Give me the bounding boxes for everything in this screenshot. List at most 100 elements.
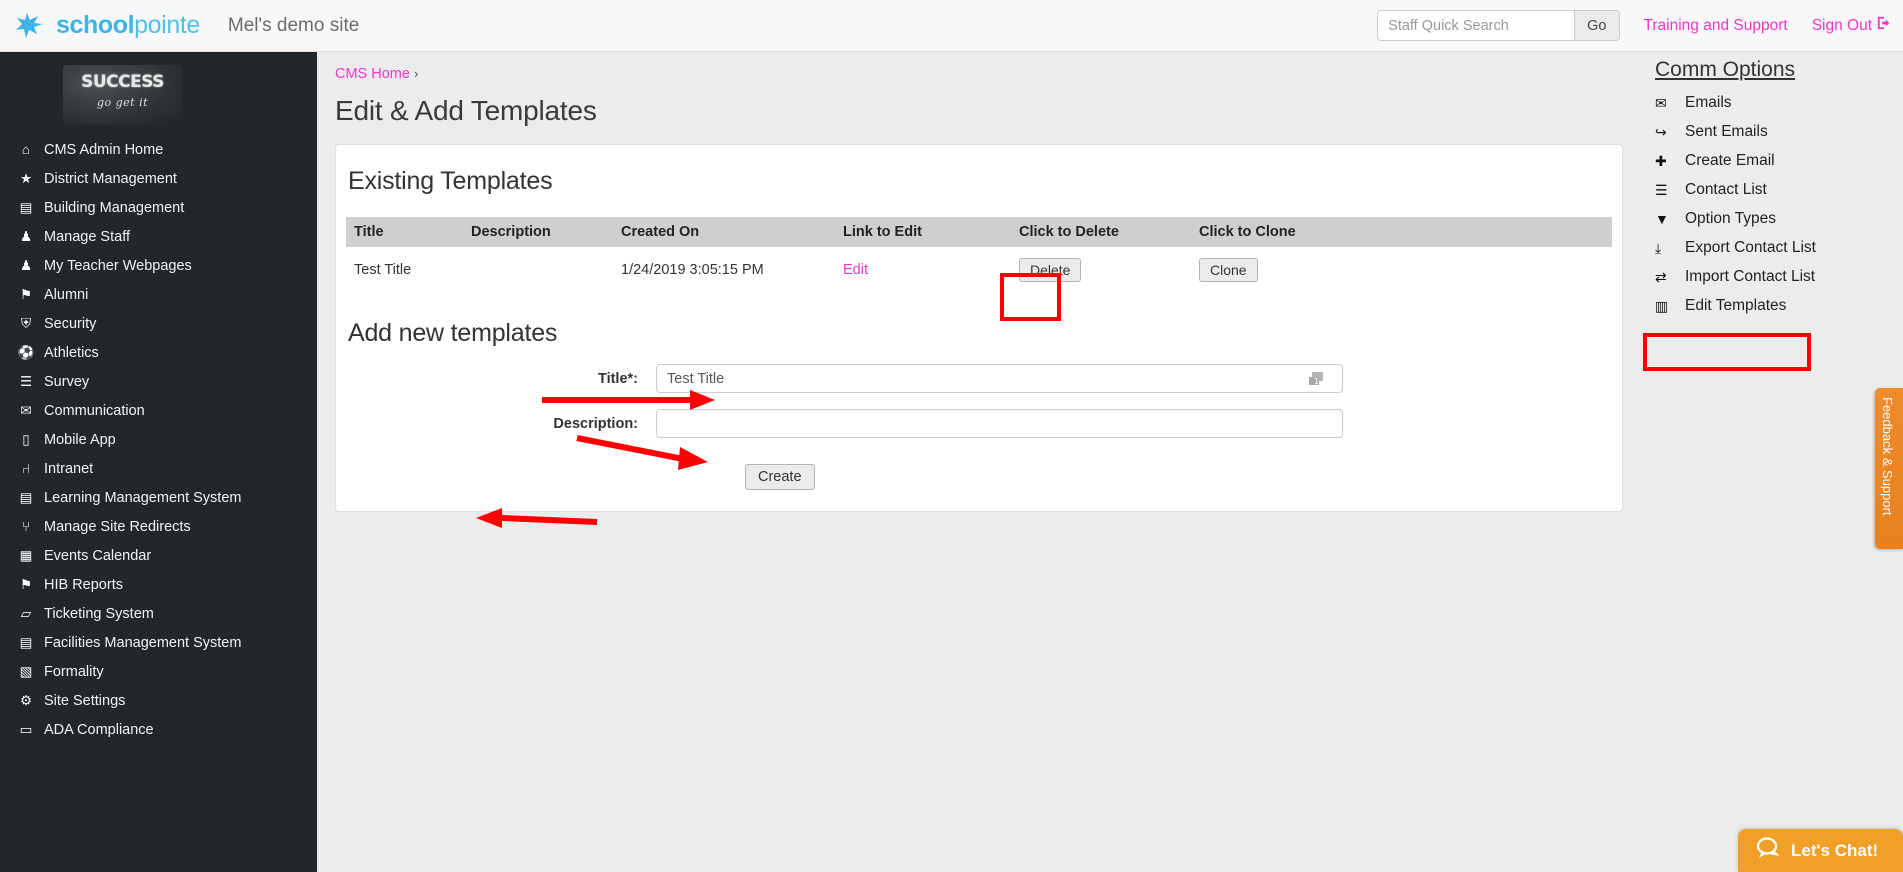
comm-options-list: ✉ Emails ↪ Sent Emails ✚ Create Email ☰ Contact…: [1633, 88, 1903, 320]
comm-option-label: Import Contact List: [1685, 267, 1816, 285]
brand-light: pointe: [134, 11, 200, 39]
comm-option-edit-templates[interactable]: ▥ Edit Templates: [1633, 291, 1903, 320]
sidebar-item-security[interactable]: ⛨ Security: [0, 309, 317, 338]
search-input[interactable]: [1377, 10, 1575, 41]
page-title: Edit & Add Templates: [335, 95, 597, 126]
success-chalkboard-image: SUCCESS go get it: [63, 65, 182, 125]
templates-card: Existing Templates Title Description Cre…: [335, 144, 1623, 512]
sidebar-item-cms-admin-home[interactable]: ⌂ CMS Admin Home: [0, 135, 317, 164]
sidebar-item-intranet[interactable]: ⑁ Intranet: [0, 454, 317, 483]
create-template-button[interactable]: Create: [745, 464, 815, 490]
sidebar-item-communication[interactable]: ✉ Communication: [0, 396, 317, 425]
comm-option-create-email[interactable]: ✚ Create Email: [1633, 146, 1903, 175]
book-icon: ▤: [19, 489, 33, 505]
user-icon: ♟: [19, 257, 33, 273]
column-header-title: Title: [346, 217, 463, 247]
delete-template-button[interactable]: Delete: [1019, 258, 1082, 282]
comm-option-sent-emails[interactable]: ↪ Sent Emails: [1633, 117, 1903, 146]
title-form-row: Title*: 1: [336, 364, 1622, 393]
sidebar-item-ada-compliance[interactable]: ▭ ADA Compliance: [0, 715, 317, 744]
share-square-icon: ↪: [1655, 123, 1667, 140]
comm-option-option-types[interactable]: ▼ Option Types: [1633, 204, 1903, 233]
sign-out-label: Sign Out: [1811, 16, 1872, 34]
title-input[interactable]: [656, 364, 1343, 393]
cell-title: Test Title: [354, 262, 412, 278]
sidebar-item-learning-management-system[interactable]: ▤ Learning Management System: [0, 483, 317, 512]
table-header: Title Description Created On Link to Edi…: [346, 217, 1612, 247]
sidebar-item-ticketing-system[interactable]: ▱ Ticketing System: [0, 599, 317, 628]
sidebar-item-hib-reports[interactable]: ⚑ HIB Reports: [0, 570, 317, 599]
comm-options-title: Comm Options: [1655, 58, 1796, 81]
star-icon: ★: [19, 170, 33, 186]
cell-description: [463, 247, 613, 293]
sidebar-item-formality[interactable]: ▧ Formality: [0, 657, 317, 686]
sidebar-item-label: HIB Reports: [44, 576, 123, 593]
comm-option-import-contact-list[interactable]: ⇄ Import Contact List: [1633, 262, 1903, 291]
comm-option-contact-list[interactable]: ☰ Contact List: [1633, 175, 1903, 204]
sidebar-item-survey[interactable]: ☰ Survey: [0, 367, 317, 396]
comm-option-label: Option Types: [1685, 209, 1777, 227]
comm-option-emails[interactable]: ✉ Emails: [1633, 88, 1903, 117]
sidebar-item-manage-site-redirects[interactable]: ⑂ Manage Site Redirects: [0, 512, 317, 541]
sidebar-item-label: District Management: [44, 170, 177, 187]
clone-template-button[interactable]: Clone: [1199, 258, 1258, 282]
search-go-button[interactable]: Go: [1574, 10, 1620, 41]
sidebar-item-label: CMS Admin Home: [44, 141, 164, 158]
sidebar-item-building-management[interactable]: ▤ Building Management: [0, 193, 317, 222]
download-icon: ⤓: [1655, 239, 1662, 256]
description-field-label: Description:: [553, 415, 638, 432]
title-field-label: Title*:: [597, 370, 638, 387]
description-input[interactable]: [656, 409, 1343, 438]
brand-logo[interactable]: schoolpointe: [0, 11, 200, 41]
breadcrumb: CMS Home ›: [317, 52, 1633, 82]
comm-option-export-contact-list[interactable]: ⤓ Export Contact List: [1633, 233, 1903, 262]
cell-clone: Clone: [1191, 247, 1612, 293]
sidebar-item-my-teacher-webpages[interactable]: ♟ My Teacher Webpages: [0, 251, 317, 280]
sidebar-item-mobile-app[interactable]: ▯ Mobile App: [0, 425, 317, 454]
sidebar-item-label: Facilities Management System: [44, 634, 242, 651]
title-input-wrap: 1: [656, 364, 1343, 393]
sidebar-item-facilities-management-system[interactable]: ▤ Facilities Management System: [0, 628, 317, 657]
cell-created-on: 1/24/2019 3:05:15 PM: [621, 262, 764, 278]
sidebar-item-label: Manage Staff: [44, 228, 130, 245]
sidebar-item-label: Intranet: [44, 460, 94, 477]
table-body: Test Title 1/24/2019 3:05:15 PM Edit Del…: [346, 247, 1612, 293]
lets-chat-widget[interactable]: Let's Chat!: [1738, 829, 1903, 872]
table-header-row: Title Description Created On Link to Edi…: [346, 217, 1612, 247]
sidebar-item-list: ⌂ CMS Admin Home ★ District Management ▤ Buil…: [0, 135, 317, 744]
sidebar-item-label: Learning Management System: [44, 489, 242, 506]
comm-option-label: Edit Templates: [1685, 296, 1787, 314]
sidebar-item-label: My Teacher Webpages: [44, 257, 192, 274]
calendar-icon: ▦: [19, 547, 33, 563]
comm-option-label: Emails: [1685, 93, 1732, 111]
sidebar-item-events-calendar[interactable]: ▦ Events Calendar: [0, 541, 317, 570]
chalkboard-bottom-text: go get it: [96, 96, 149, 109]
sidebar-item-manage-staff[interactable]: ♟ Manage Staff: [0, 222, 317, 251]
existing-templates-table: Title Description Created On Link to Edi…: [346, 217, 1612, 293]
edit-template-link[interactable]: Edit: [843, 262, 868, 278]
comm-options-panel: Comm Options ✉ Emails ↪ Sent Emails ✚ Create …: [1633, 52, 1903, 872]
soccer-ball-icon: ⚽: [17, 344, 35, 360]
shield-icon: ⛨: [20, 315, 32, 331]
training-and-support-link[interactable]: Training and Support: [1644, 17, 1788, 35]
feedback-and-support-tab[interactable]: Feedback & Support: [1875, 388, 1903, 549]
sign-out-link[interactable]: Sign Out: [1812, 16, 1891, 35]
sidebar-item-label: Site Settings: [44, 692, 126, 709]
list-ul-icon: ☰: [1655, 181, 1668, 198]
sidebar-item-alumni[interactable]: ⚑ Alumni: [0, 280, 317, 309]
list-icon: ☰: [19, 373, 33, 389]
envelope-icon: ✉: [20, 402, 32, 418]
breadcrumb-item-cms-home[interactable]: CMS Home: [335, 66, 410, 82]
desktop-icon: ▭: [19, 721, 33, 737]
quick-search-group: Go: [1377, 10, 1620, 41]
sidebar-item-label: Alumni: [44, 286, 89, 303]
sidebar-item-label: Mobile App: [44, 431, 116, 448]
sidebar-item-site-settings[interactable]: ⚙ Site Settings: [0, 686, 317, 715]
sidebar-item-label: Events Calendar: [44, 547, 152, 564]
sidebar-item-district-management[interactable]: ★ District Management: [0, 164, 317, 193]
column-header-link-to-edit: Link to Edit: [835, 217, 1011, 247]
graduation-cap-icon: ⚑: [19, 286, 33, 302]
sidebar-item-athletics[interactable]: ⚽ Athletics: [0, 338, 317, 367]
sidebar-item-label: Manage Site Redirects: [44, 518, 191, 535]
plus-square-icon: ✚: [1655, 152, 1667, 169]
